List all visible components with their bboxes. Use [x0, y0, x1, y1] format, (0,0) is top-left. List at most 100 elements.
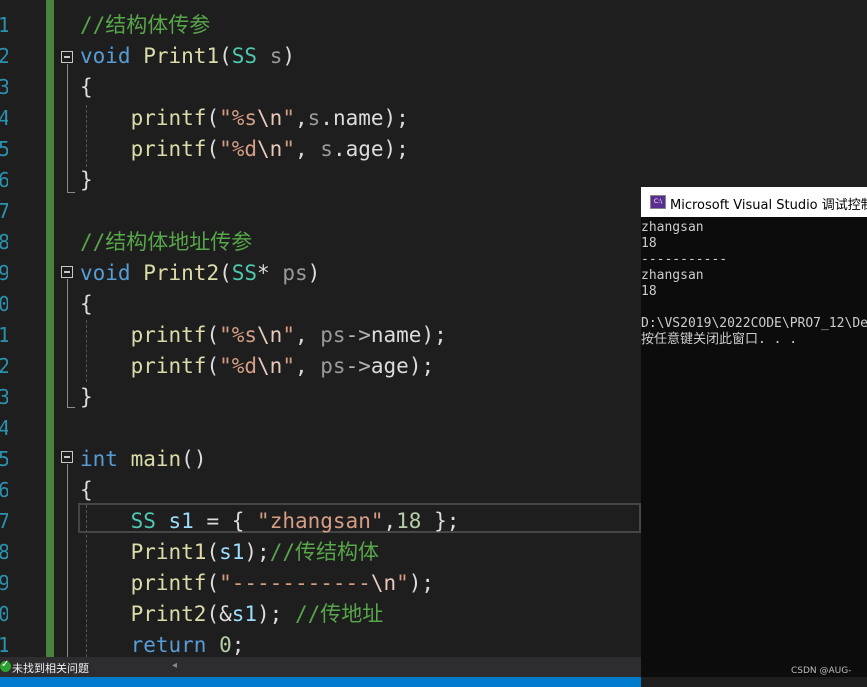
fold-toggle-main[interactable]	[61, 451, 73, 463]
code-line[interactable]: Print1(s1);//传结构体	[80, 537, 379, 568]
code-line[interactable]: return 0;	[80, 630, 245, 657]
code-line[interactable]: printf("-----------\n");	[80, 568, 434, 599]
code-token: ,	[294, 354, 321, 378]
line-number: 2	[0, 354, 8, 378]
code-token: //传结构体	[269, 540, 379, 564]
code-token: "	[282, 323, 295, 347]
code-token: //结构体地址传参	[80, 230, 253, 254]
fold-toggle-print2[interactable]	[61, 266, 73, 278]
fold-region-end	[67, 192, 75, 193]
line-number: 9	[0, 571, 8, 595]
code-token: (	[206, 106, 220, 130]
code-token: "	[282, 354, 295, 378]
code-token: "	[396, 571, 409, 595]
code-token: Print2	[130, 602, 207, 626]
code-token: printf	[130, 354, 207, 378]
code-token: SS	[231, 44, 258, 68]
code-line[interactable]: void Print1(SS s)	[80, 41, 295, 72]
code-line[interactable]: }	[80, 382, 93, 413]
code-token: Print1	[130, 540, 207, 564]
line-number: 1	[0, 323, 8, 347]
line-number: 6	[0, 478, 8, 502]
code-line[interactable]: //结构体地址传参	[80, 227, 252, 258]
fold-region-line	[67, 64, 68, 192]
code-token: (	[206, 323, 220, 347]
console-title-bar[interactable]: C:\ Microsoft Visual Studio 调试控制台	[641, 187, 867, 217]
code-line[interactable]: //结构体传参	[80, 10, 210, 41]
code-token: ->	[345, 354, 371, 378]
code-line[interactable]: printf("%s\n",s.name);	[80, 103, 409, 134]
code-line[interactable]: {	[80, 72, 93, 103]
line-number: 7	[0, 199, 8, 223]
watermark: CSDN @AUG-	[791, 666, 852, 676]
code-token: ;	[231, 633, 245, 657]
console-output-line: zhangsan	[641, 268, 704, 283]
visual-studio-icon: C:\	[650, 195, 666, 209]
code-token: {	[80, 292, 93, 316]
code-line[interactable]: }	[80, 165, 93, 196]
code-line[interactable]: printf("%s\n", ps->name);	[80, 320, 447, 351]
console-output: zhangsan 18 ----------- zhangsan 18 D:\VS2019…	[641, 220, 867, 348]
code-token: name	[370, 323, 422, 347]
status-message[interactable]: 未找到相关问题	[12, 660, 89, 676]
code-line[interactable]: {	[80, 475, 93, 506]
check-circle-icon	[0, 659, 11, 672]
code-token: //结构体传参	[80, 13, 211, 37]
line-number: 2	[0, 44, 8, 68]
code-token: ps	[320, 323, 346, 347]
line-number: 1	[0, 633, 8, 657]
code-token: 18	[396, 509, 422, 533]
line-number: 8	[0, 230, 8, 254]
code-line[interactable]: Print2(&s1); //传地址	[80, 599, 384, 630]
code-line[interactable]: printf("%d\n", s.age);	[80, 134, 409, 165]
code-token: s	[269, 44, 283, 68]
debug-console-window[interactable]: C:\ Microsoft Visual Studio 调试控制台 zhangs…	[641, 187, 867, 677]
code-token: ()	[181, 447, 207, 471]
code-token: "%s	[219, 106, 258, 130]
code-line[interactable]: int main()	[80, 444, 206, 475]
line-number: 9	[0, 261, 8, 285]
code-token: }	[80, 385, 93, 409]
code-token: )	[282, 44, 296, 68]
code-token: "	[282, 106, 295, 130]
code-token: ,	[294, 137, 321, 161]
code-token: name	[332, 106, 384, 130]
code-token: (	[219, 44, 232, 68]
code-token: (	[206, 540, 220, 564]
code-token: Print1	[143, 44, 220, 68]
code-token: \n	[257, 354, 283, 378]
code-editor[interactable]: 1 2 3 4 5 6 7 8 9 0 1 2 3 4 5 6 7 8 9 0 1 //结构体传参 void Print1…	[0, 0, 641, 657]
code-token: 0	[219, 633, 232, 657]
code-line[interactable]: void Print2(SS* ps)	[80, 258, 320, 289]
code-token: *	[257, 261, 283, 285]
code-token: "	[282, 137, 295, 161]
fold-toggle-print1[interactable]	[61, 51, 73, 63]
code-token: ,	[383, 509, 397, 533]
console-output-line: zhangsan	[641, 220, 704, 235]
line-number: 4	[0, 106, 8, 130]
code-token: {	[80, 478, 93, 502]
scroll-left-arrow-icon[interactable]: ◂	[172, 660, 177, 671]
line-number: 5	[0, 137, 8, 161]
code-line[interactable]: {	[80, 289, 93, 320]
code-token: (	[206, 137, 220, 161]
code-token: }	[80, 168, 93, 192]
code-token: age	[345, 137, 384, 161]
code-line[interactable]: printf("%d\n", ps->age);	[80, 351, 435, 382]
code-token: printf	[130, 571, 207, 595]
code-token: //传地址	[294, 602, 384, 626]
code-token: = {	[193, 509, 258, 533]
code-token: Print2	[143, 261, 220, 285]
code-line[interactable]: SS s1 = { "zhangsan",18 };	[80, 506, 460, 537]
